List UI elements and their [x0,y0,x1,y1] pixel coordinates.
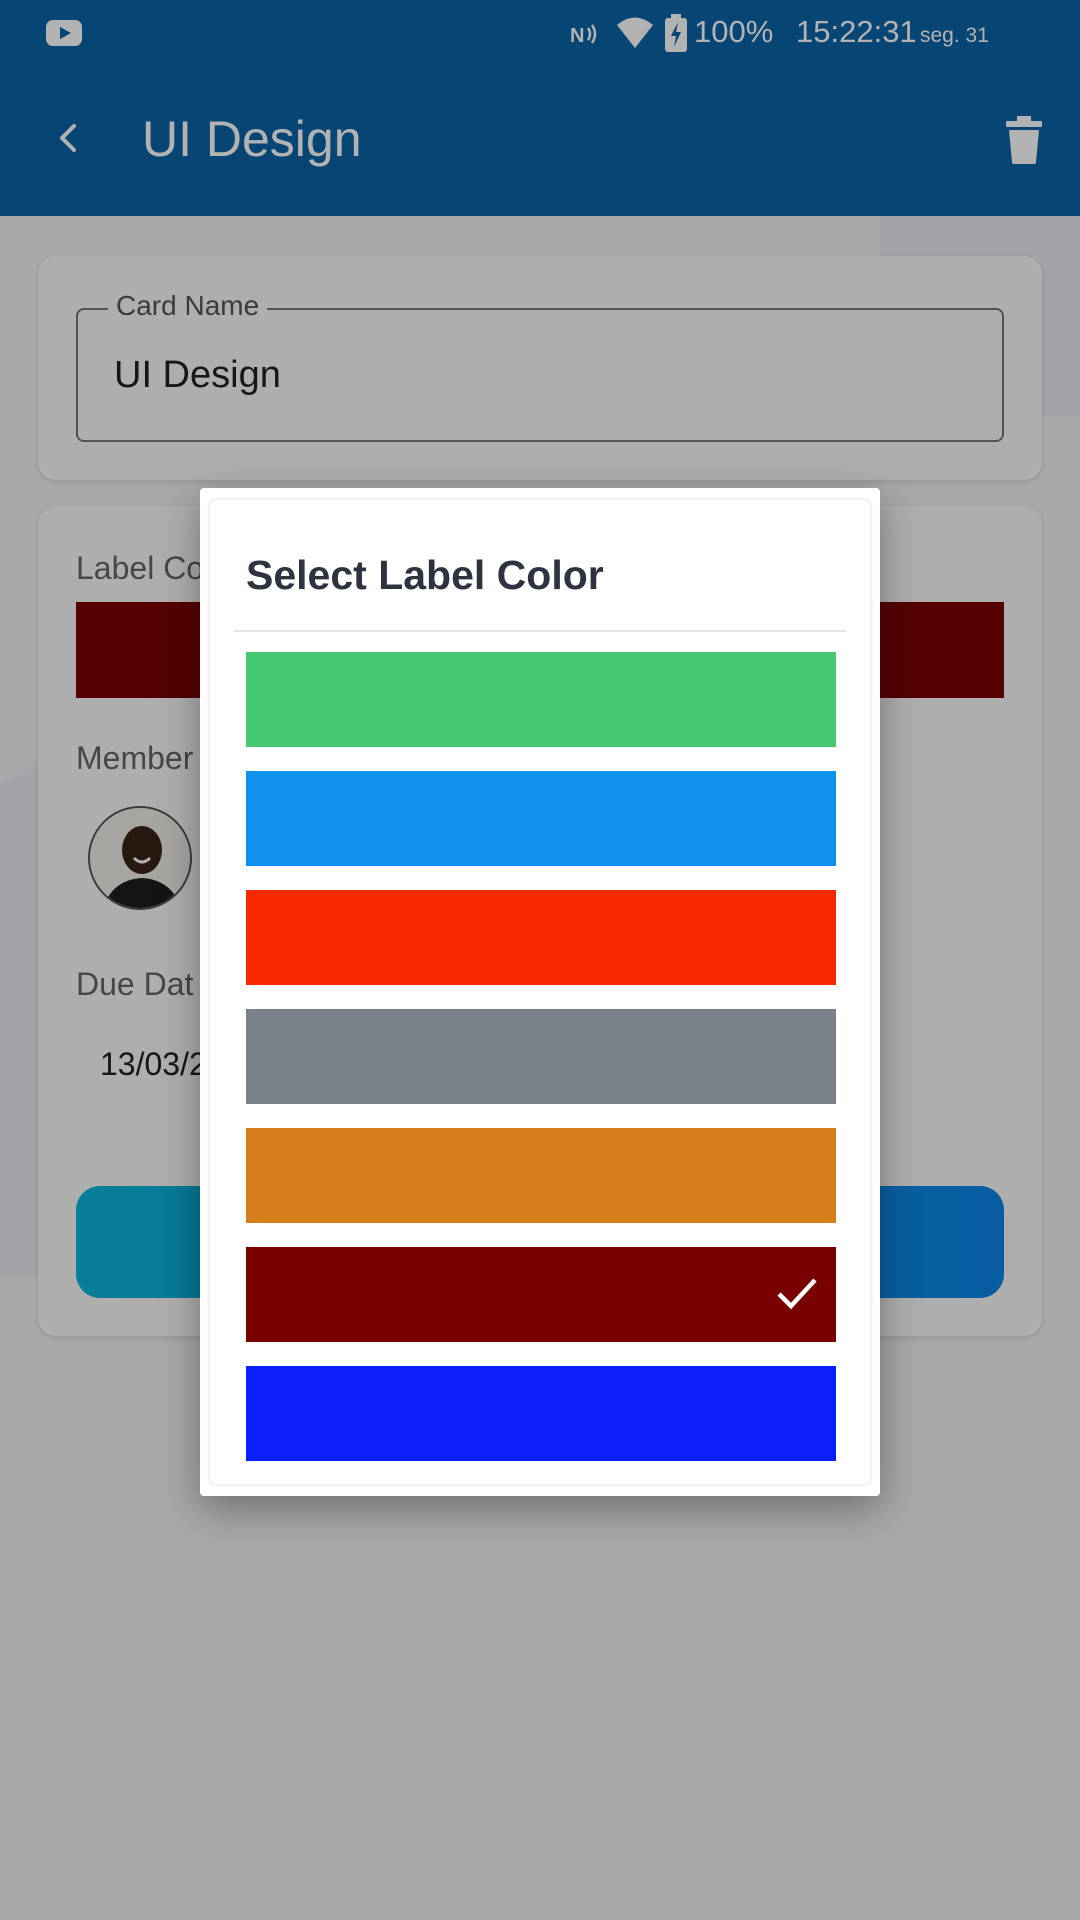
divider [234,630,846,632]
color-option[interactable] [246,1009,836,1104]
color-option[interactable] [246,1128,836,1223]
dialog-title: Select Label Color [246,552,604,598]
color-option[interactable] [246,771,836,866]
select-label-color-dialog: Select Label Color [200,488,880,1496]
color-option[interactable] [246,652,836,747]
color-option[interactable] [246,1366,836,1461]
color-option[interactable] [246,1247,836,1342]
color-option[interactable] [246,890,836,985]
check-icon [777,1278,817,1310]
dialog-content: Select Label Color [210,500,870,1484]
